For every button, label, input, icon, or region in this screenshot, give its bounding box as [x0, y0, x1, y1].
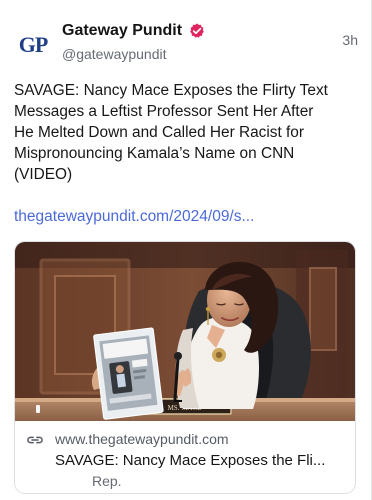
post-card[interactable]: GP Gateway Pundit @gatewaypundit 3h SAVA…	[0, 0, 372, 500]
handle[interactable]: @gatewaypundit	[62, 46, 292, 62]
display-name-row: Gateway Pundit	[62, 20, 292, 42]
post-header: GP Gateway Pundit @gatewaypundit 3h	[14, 18, 358, 68]
video-still-image: MS. MACE	[15, 242, 355, 421]
avatar-initials: GP	[18, 32, 49, 57]
preview-subtitle: Rep.	[92, 473, 122, 489]
display-name[interactable]: Gateway Pundit	[62, 22, 182, 40]
link-preview-image[interactable]: MS. MACE	[15, 242, 355, 421]
link-preview-card[interactable]: MS. MACE	[14, 241, 356, 494]
link-preview-meta[interactable]: www.thegatewaypundit.com SAVAGE: Nancy M…	[15, 427, 355, 493]
preview-domain[interactable]: www.thegatewaypundit.com	[55, 431, 229, 447]
author-info: Gateway Pundit @gatewaypundit	[62, 20, 292, 62]
timestamp[interactable]: 3h	[342, 32, 358, 48]
post-link[interactable]: thegatewaypundit.com/2024/09/s...	[14, 208, 344, 226]
avatar[interactable]: GP	[14, 26, 52, 64]
preview-title[interactable]: SAVAGE: Nancy Mace Exposes the Fli...	[55, 452, 349, 469]
link-icon	[27, 436, 43, 444]
verified-badge-icon	[190, 23, 204, 38]
post-text: SAVAGE: Nancy Mace Exposes the Flirty Te…	[14, 82, 328, 183]
